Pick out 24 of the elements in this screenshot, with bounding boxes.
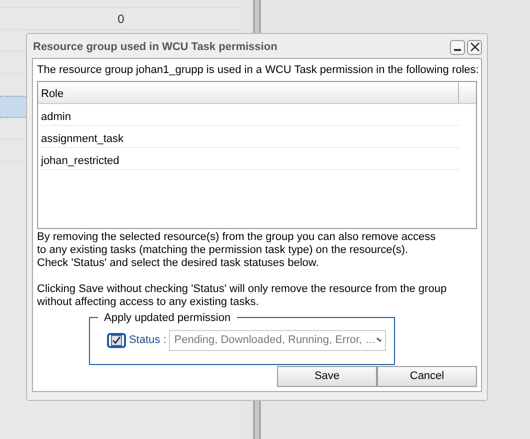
role-row[interactable]: johan_restricted bbox=[38, 148, 459, 170]
status-dropdown[interactable]: Pending, Downloaded, Running, Error, … bbox=[169, 330, 386, 350]
minimize-icon bbox=[454, 49, 461, 51]
dialog-button[interactable]: Cancel bbox=[377, 366, 477, 386]
dialog-button[interactable]: Save bbox=[277, 366, 377, 386]
minimize-button[interactable] bbox=[450, 40, 465, 54]
status-label: Status : bbox=[128, 332, 166, 348]
description-text: By removing the selected resource(s) from the group you can also remove access bbox=[37, 230, 437, 244]
description-text: Check 'Status' and select the desired task statuses below. bbox=[37, 256, 320, 270]
description-text: without affecting access to any existing tasks. bbox=[37, 296, 260, 308]
caret-icon bbox=[376, 337, 381, 343]
checkmark-icon bbox=[110, 334, 122, 346]
cell-value: 0 bbox=[118, 10, 124, 28]
role-row[interactable]: assignment_task bbox=[38, 126, 459, 148]
intro-text: The resource group johan1_grupp is used in a WCU Task permission in the following roles: bbox=[37, 63, 477, 78]
close-icon bbox=[470, 42, 480, 52]
close-button[interactable] bbox=[467, 40, 482, 54]
description-text: to any existing tasks (matching the permission task type) on the resource(s). bbox=[37, 244, 410, 256]
dialog-title: Resource group used in WCU Task permission bbox=[32, 40, 278, 55]
dropdown-value: Pending, Downloaded, Running, Error, … bbox=[174, 332, 376, 348]
grid-row[interactable]: 0 bbox=[0, 8, 242, 30]
description-text: Clicking Save without checking 'Status' will only remove the resource from the group bbox=[37, 282, 448, 296]
role-row[interactable]: admin bbox=[38, 104, 459, 126]
status-checkbox[interactable] bbox=[107, 332, 126, 348]
